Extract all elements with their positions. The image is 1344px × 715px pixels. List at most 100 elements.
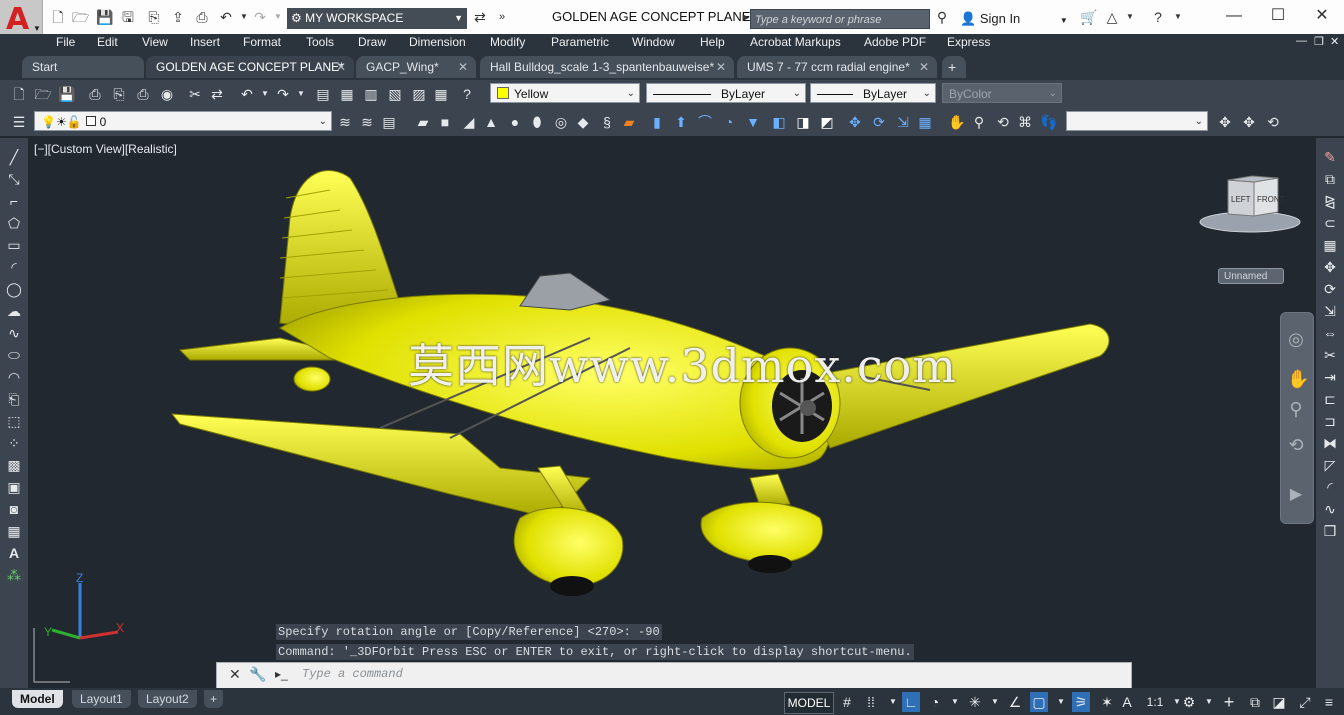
extrude-icon[interactable]: ▮ [648,113,666,131]
cone-icon[interactable]: ▲ [482,113,500,131]
make-block-icon[interactable]: ⬚ [5,412,23,430]
add-selected-icon[interactable]: ⁂ [5,566,23,584]
spline-icon[interactable]: ∿ [5,324,23,342]
menu-parametric[interactable]: Parametric [551,35,609,49]
menu-file[interactable]: File [56,35,75,49]
chevron-down-icon[interactable]: ▼ [946,692,964,712]
globe-icon[interactable]: ◉ [158,85,176,103]
ucs-menu-dropdown[interactable]: Unnamed [1218,268,1284,284]
annotation-visibility-icon[interactable]: ⚞ [1072,692,1090,712]
orbit-icon[interactable]: ⟲ [994,113,1012,131]
revision-cloud-icon[interactable]: ☁ [5,302,23,320]
viewport-scale[interactable]: 1:1 [1140,692,1170,712]
chevron-down-icon[interactable]: ▼ [884,692,902,712]
markup-icon[interactable]: ▨ [410,85,428,103]
redo-icon[interactable]: ↷ [252,9,268,25]
copy-icon[interactable]: ⧉ [1321,170,1339,188]
a360-icon[interactable]: △ [1104,9,1120,25]
doc-restore-button[interactable]: ❐ [1314,35,1324,48]
snap-icon[interactable]: ⁞⁞ [862,692,880,712]
lineweight-dropdown[interactable]: ByLayer ⌄ [810,83,936,103]
revolve-icon[interactable]: ◔ [720,113,738,131]
layout-tab-layout2[interactable]: Layout2 [138,690,197,708]
pan-icon[interactable]: ✋ [948,113,966,131]
tool-palettes-icon[interactable]: ▥ [362,85,380,103]
intersect-icon[interactable]: ◩ [818,113,836,131]
blend-curves-icon[interactable]: ∿ [1321,500,1339,518]
viewcube[interactable]: LEFT FRONT [1198,170,1302,240]
doc-close-button[interactable]: ✕ [1330,35,1339,48]
scale-icon[interactable]: ⇲ [1321,302,1339,320]
save-icon[interactable]: 💾 [96,9,113,25]
chevron-down-icon[interactable]: ▼ [986,692,1004,712]
menu-help[interactable]: Help [700,35,725,49]
plot-icon[interactable]: ⎙ [194,9,210,25]
extend-icon[interactable]: ⇥ [1321,368,1339,386]
point-icon[interactable]: ⁘ [5,434,23,452]
sweep-icon[interactable]: ⌒ [696,113,714,131]
new-tab-button[interactable]: + [942,56,966,78]
publish-icon[interactable]: ⎙ [134,85,152,103]
new-file-icon[interactable]: 🗋 [10,85,28,103]
new-file-icon[interactable]: 🗋 [50,9,66,25]
construction-line-icon[interactable]: ⤡ [5,170,23,188]
planar-surface-icon[interactable]: ▰ [620,113,638,131]
union-icon[interactable]: ◧ [770,113,788,131]
tab-ums-radial-engine[interactable]: UMS 7 - 77 ccm radial engine* ✕ [737,56,937,78]
command-input[interactable]: Type a command [302,667,403,681]
chevron-down-icon[interactable]: ▼ [1122,9,1138,25]
match-properties-icon[interactable]: ⇄ [208,85,226,103]
polyline-icon[interactable]: ⌐ [5,192,23,210]
model-space-button[interactable]: MODEL [784,692,834,714]
layout-tab-layout1[interactable]: Layout1 [72,690,131,708]
linetype-dropdown[interactable]: ByLayer ⌄ [646,83,806,103]
explode-icon[interactable]: ❒ [1321,522,1339,540]
undo-icon[interactable]: ↶ [218,9,234,25]
region-icon[interactable]: ◙ [5,500,23,518]
binoculars-icon[interactable]: ⚲ [934,9,950,25]
showmotion-icon[interactable]: ▶ [1287,486,1305,504]
pyramid-icon[interactable]: ◆ [574,113,592,131]
isodraft-icon[interactable]: ✳ [966,692,984,712]
grid-icon[interactable]: # [838,692,856,712]
export-icon[interactable]: ⎘ [146,9,162,25]
chevron-down-icon[interactable]: ▼ [1170,9,1186,25]
ellipse-icon[interactable]: ⬭ [5,346,23,364]
wedge-icon[interactable]: ◢ [460,113,478,131]
layout-tab-model[interactable]: Model [12,690,63,708]
plot-preview-icon[interactable]: ⎘ [110,85,128,103]
workspace-dropdown[interactable]: ⚙ MY WORKSPACE ▼ [287,8,467,29]
menu-express[interactable]: Express [947,35,990,49]
rotate-icon[interactable]: ⟳ [1321,280,1339,298]
recent-commands-icon[interactable]: ▸_ [275,667,288,681]
3d-rotate-icon[interactable]: ⟳ [870,113,888,131]
undo-icon[interactable]: ↶ [238,85,256,103]
menu-adobe-pdf[interactable]: Adobe PDF [864,35,926,49]
chamfer-icon[interactable]: ◸ [1321,456,1339,474]
zoom-icon[interactable]: ⚲ [970,113,988,131]
sphere-icon[interactable]: ● [506,113,524,131]
match-properties-icon[interactable]: ⇄ [472,9,488,25]
close-button[interactable]: ✕ [1302,6,1342,28]
minimize-button[interactable]: — [1214,6,1254,28]
plot-icon[interactable]: ⎙ [86,85,104,103]
close-icon[interactable]: ✕ [336,56,346,78]
box-icon[interactable]: ■ [436,113,454,131]
close-icon[interactable]: ✕ [716,56,726,78]
layer-previous-icon[interactable]: ≋ [358,113,376,131]
menu-view[interactable]: View [142,35,168,49]
publish-icon[interactable]: ⇪ [170,9,186,25]
chevron-down-icon[interactable]: ▼ [292,85,310,103]
break-at-point-icon[interactable]: ⊏ [1321,390,1339,408]
viewport-controls-label[interactable]: [−][Custom View][Realistic] [34,142,177,156]
calculator-icon[interactable]: ▦ [432,85,450,103]
search-input[interactable]: Type a keyword or phrase [750,9,930,29]
close-icon[interactable]: ✕ [229,666,241,683]
polygon-icon[interactable]: ⬠ [5,214,23,232]
menu-insert[interactable]: Insert [190,35,220,49]
3d-align-icon[interactable]: ⇲ [894,113,912,131]
insert-block-icon[interactable]: ⎗ [5,390,23,408]
annotation-scale-icon[interactable]: ✶ [1098,692,1116,712]
free-orbit-icon[interactable]: ✥ [1216,113,1234,131]
menu-edit[interactable]: Edit [97,35,118,49]
